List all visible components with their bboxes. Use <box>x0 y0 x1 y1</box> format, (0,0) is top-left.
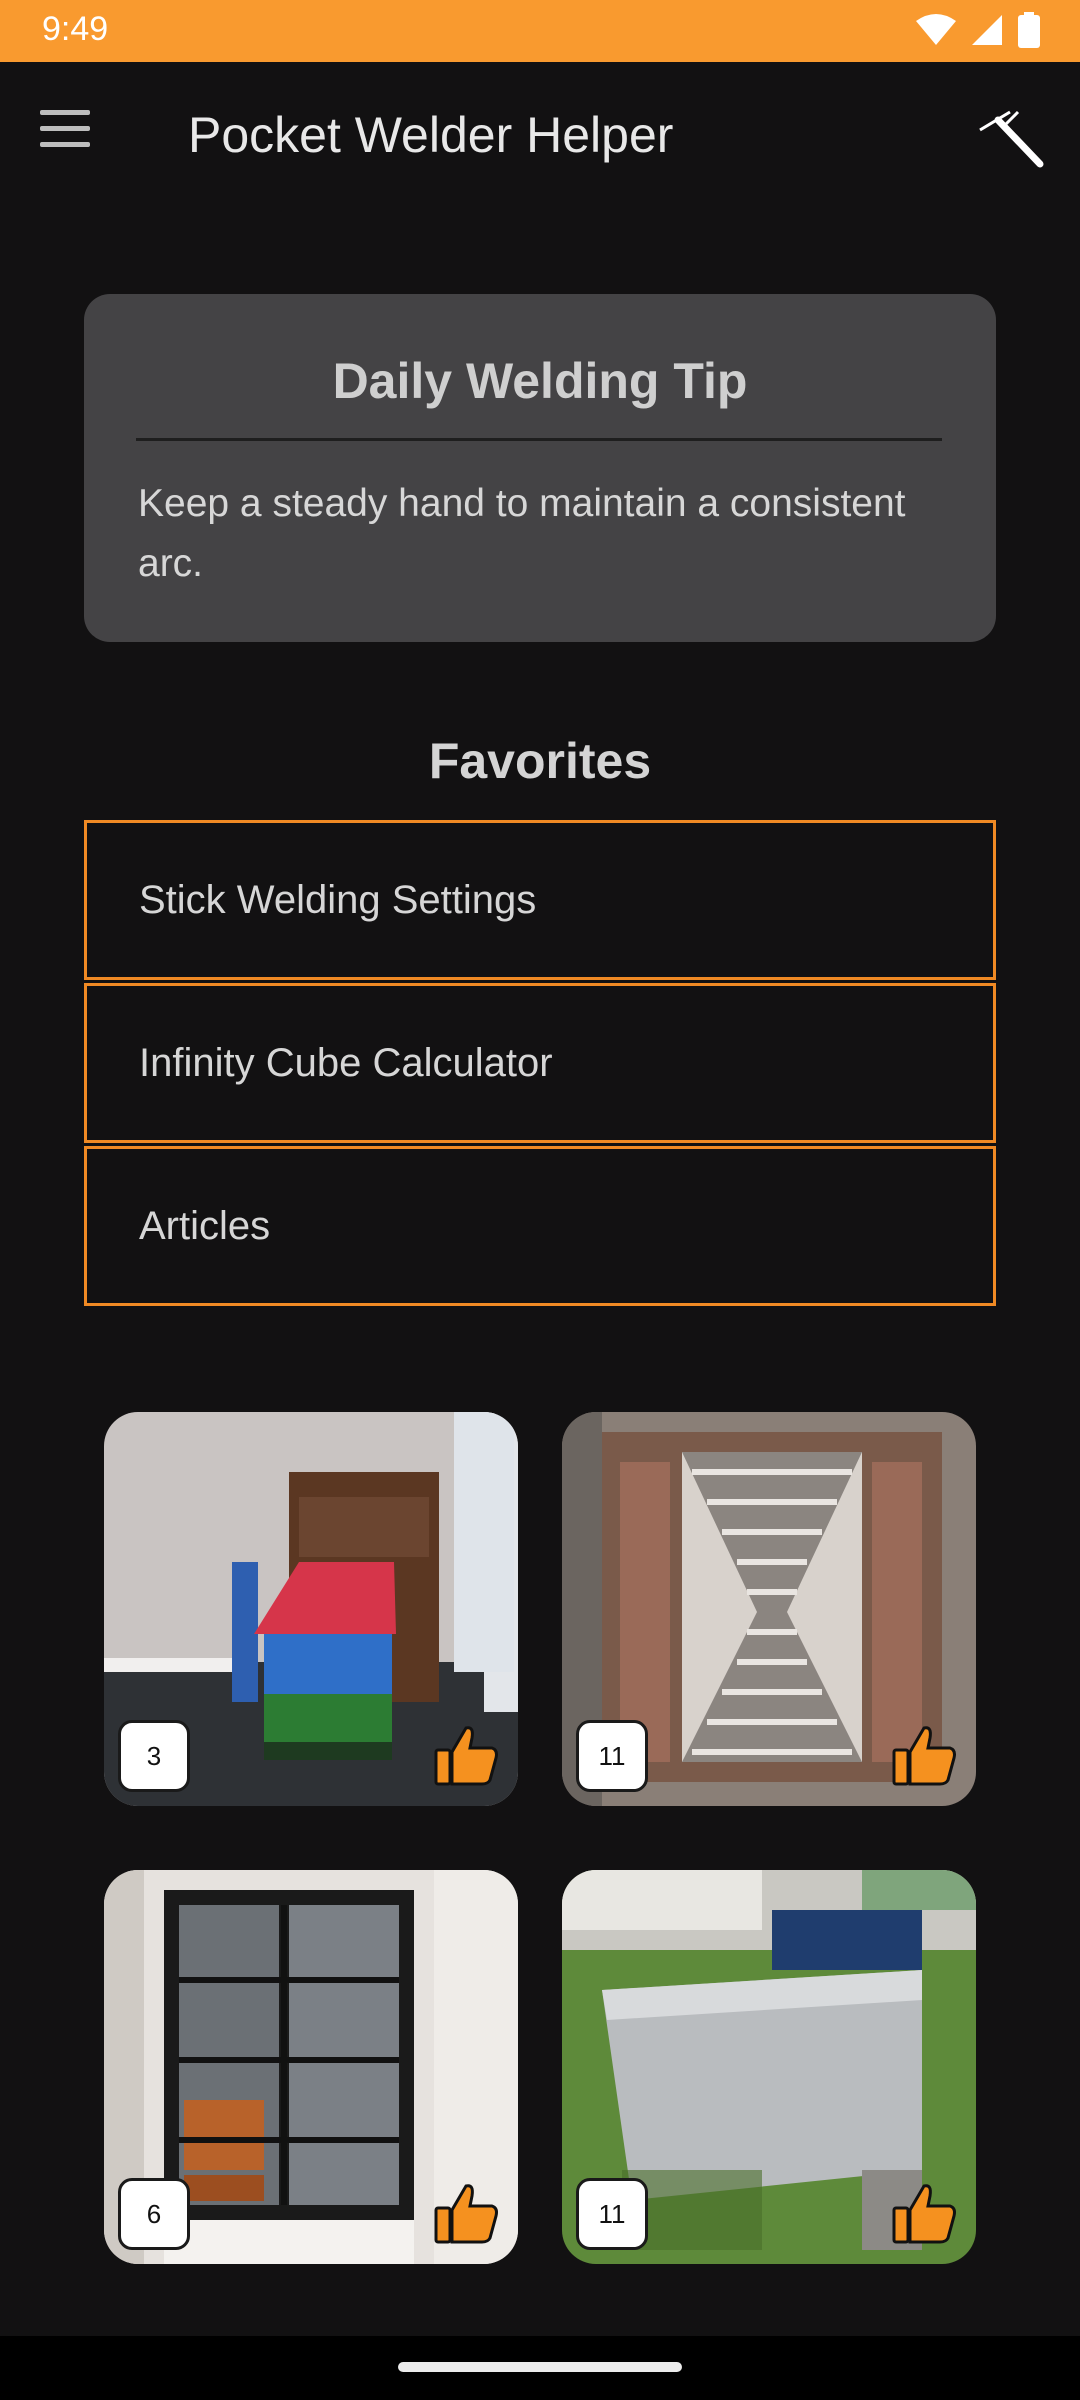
status-bar: 9:49 <box>0 0 1080 62</box>
tip-title: Daily Welding Tip <box>332 353 748 409</box>
thumbs-up-icon[interactable] <box>434 1722 500 1788</box>
favorite-infinity-cube-calculator[interactable]: Infinity Cube Calculator <box>84 983 996 1143</box>
favorite-label: Infinity Cube Calculator <box>139 1040 553 1085</box>
like-count-badge: 11 <box>576 2178 648 2250</box>
tip-text: Keep a steady hand to maintain a consist… <box>138 482 906 585</box>
home-gesture-handle[interactable] <box>398 2362 682 2372</box>
favorite-label: Articles <box>139 1203 271 1248</box>
like-count-badge: 3 <box>118 1720 190 1792</box>
favorite-articles[interactable]: Articles <box>84 1146 996 1306</box>
gallery-card[interactable]: 6 <box>104 1870 518 2264</box>
gallery-card[interactable]: 11 <box>562 1412 976 1806</box>
gallery-card[interactable]: 11 <box>562 1870 976 2264</box>
favorites-list: Stick Welding Settings Infinity Cube Cal… <box>84 820 996 1309</box>
like-count-badge: 11 <box>576 1720 648 1792</box>
signal-icon <box>972 15 1002 45</box>
like-count: 3 <box>146 1740 162 1771</box>
like-count: 11 <box>598 2198 626 2229</box>
thumbs-up-icon[interactable] <box>892 1722 958 1788</box>
favorites-heading: Favorites <box>428 733 652 789</box>
daily-tip-card: Daily Welding Tip Keep a steady hand to … <box>84 294 996 642</box>
hamburger-menu-icon[interactable] <box>40 110 106 162</box>
app-title: Pocket Welder Helper <box>188 107 674 163</box>
tip-divider <box>136 438 942 441</box>
thumbs-up-icon[interactable] <box>892 2180 958 2246</box>
favorite-stick-welding-settings[interactable]: Stick Welding Settings <box>84 820 996 980</box>
wifi-icon <box>916 14 956 45</box>
like-count: 6 <box>146 2198 162 2229</box>
thumbs-up-icon[interactable] <box>434 2180 500 2246</box>
battery-icon <box>1018 12 1040 48</box>
welding-torch-icon[interactable] <box>976 102 1050 176</box>
like-count: 11 <box>598 1740 626 1771</box>
status-time: 9:49 <box>42 10 109 48</box>
favorite-label: Stick Welding Settings <box>139 877 537 922</box>
app-bar: Pocket Welder Helper <box>0 62 1080 212</box>
gallery-card[interactable]: 3 <box>104 1412 518 1806</box>
like-count-badge: 6 <box>118 2178 190 2250</box>
